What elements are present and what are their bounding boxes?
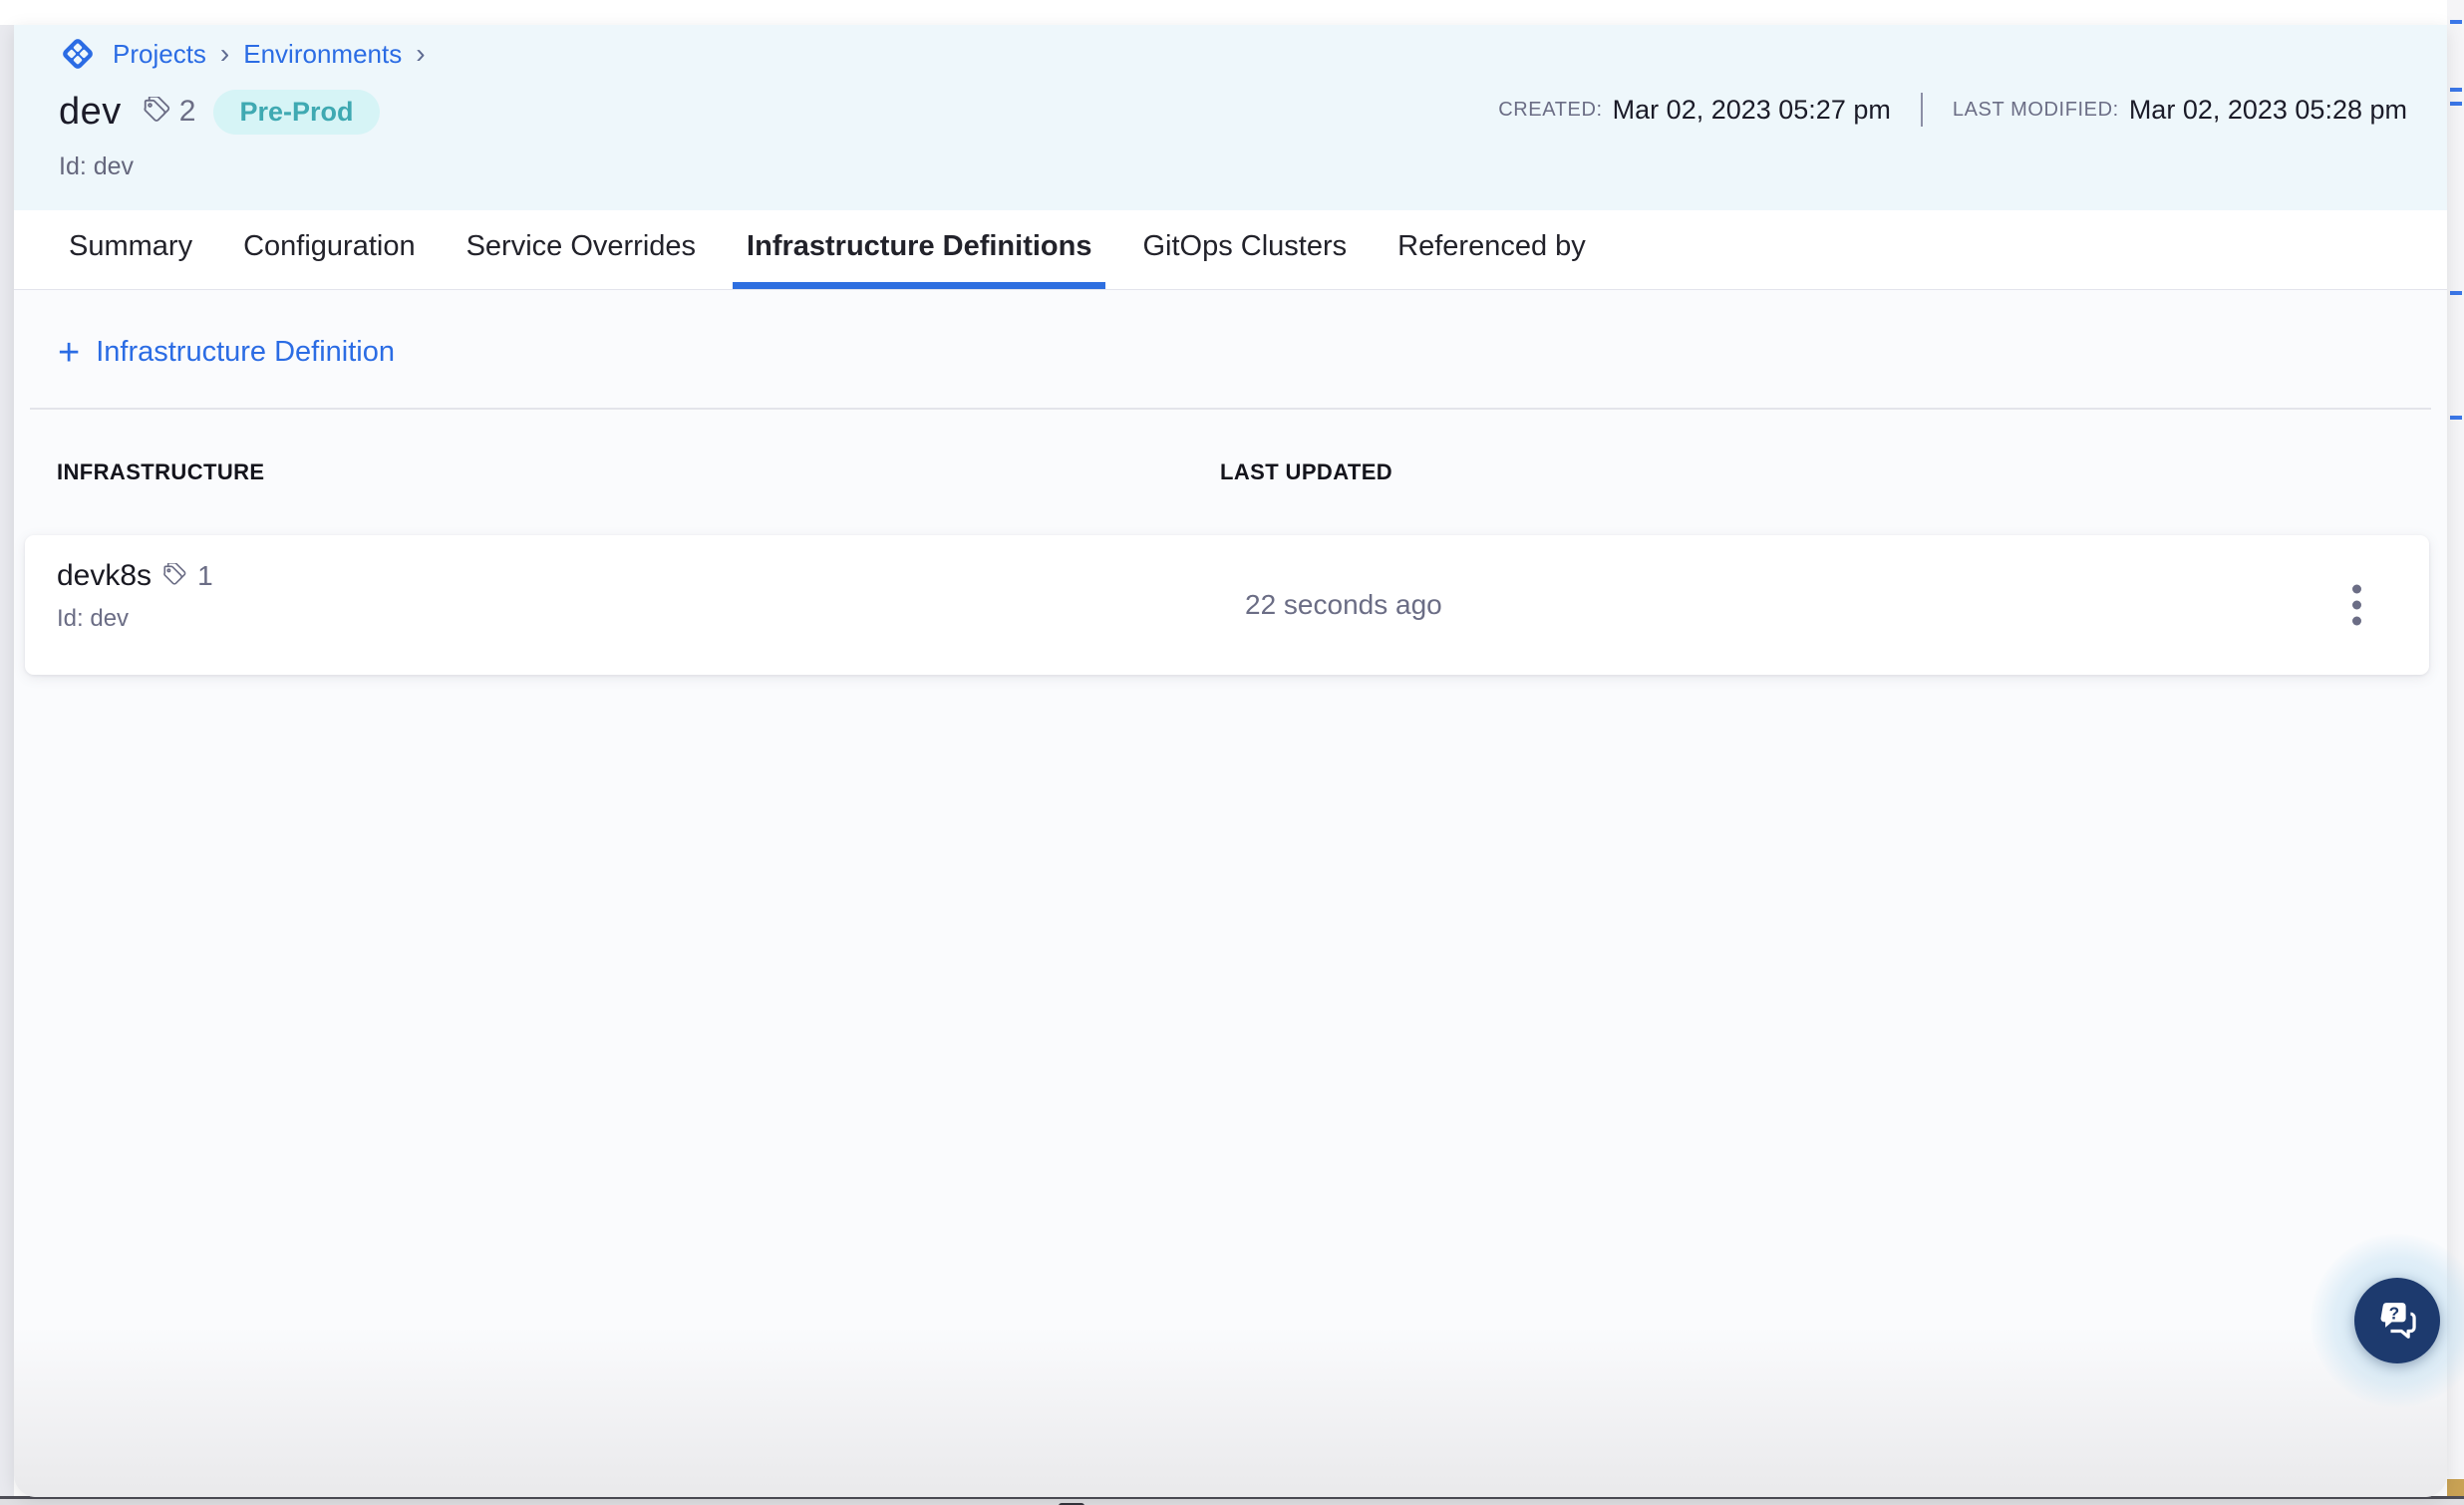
last-modified-label: LAST MODIFIED: (1953, 99, 2119, 122)
infrastructure-tag-count: 1 (197, 560, 213, 592)
add-button-label: Infrastructure Definition (96, 336, 395, 369)
tab-service-overrides[interactable]: Service Overrides (453, 210, 710, 289)
background-text-fragment (2450, 416, 2462, 420)
infrastructure-name: devk8s (57, 559, 152, 593)
tab-infrastructure-definitions[interactable]: Infrastructure Definitions (733, 210, 1105, 289)
created-value: Mar 02, 2023 05:27 pm (1613, 95, 1891, 126)
infrastructure-id: Id: dev (57, 605, 213, 633)
meta-divider (1921, 93, 1923, 127)
breadcrumb-separator: › (414, 38, 427, 70)
tags-icon (142, 97, 171, 127)
breadcrumb-separator: › (218, 38, 231, 70)
environment-type-badge: Pre-Prod (213, 90, 379, 135)
kebab-menu-icon (2352, 584, 2361, 593)
tab-referenced-by[interactable]: Referenced by (1384, 210, 1600, 289)
svg-text:?: ? (2389, 1303, 2400, 1323)
project-diamond-icon (59, 35, 97, 73)
environment-meta: CREATED: Mar 02, 2023 05:27 pm LAST MODI… (1498, 93, 2407, 127)
kebab-menu-icon (2352, 600, 2361, 609)
background-text-fragment (2450, 20, 2462, 24)
tags-icon (161, 563, 187, 589)
environment-header: Projects › Environments › dev 2 Pre-Prod… (14, 25, 2447, 210)
environment-tag-count: 2 (179, 95, 196, 129)
background-text-fragment (2450, 291, 2462, 295)
last-modified-value: Mar 02, 2023 05:28 pm (2129, 95, 2407, 126)
breadcrumb-link-projects[interactable]: Projects (113, 39, 206, 70)
background-text-fragment (2450, 88, 2462, 92)
add-infrastructure-definition-button[interactable]: + Infrastructure Definition (58, 336, 395, 369)
plus-icon: + (58, 339, 80, 367)
infrastructure-name-row: devk8s 1 (57, 559, 213, 593)
column-header-infrastructure: INFRASTRUCTURE (57, 459, 1220, 485)
row-options-menu-button[interactable] (2344, 576, 2369, 633)
infrastructure-definitions-content: + Infrastructure Definition INFRASTRUCTU… (14, 290, 2447, 1497)
environment-tabs: Summary Configuration Service Overrides … (14, 210, 2447, 290)
environment-id: Id: dev (59, 152, 2447, 181)
section-divider (30, 408, 2431, 410)
page-title: dev (59, 91, 122, 134)
environment-details-panel: Projects › Environments › dev 2 Pre-Prod… (14, 25, 2447, 1497)
background-page-right-edge (2447, 0, 2464, 1505)
tab-summary[interactable]: Summary (55, 210, 206, 289)
table-row[interactable]: devk8s 1 Id: dev 22 seconds ago (25, 535, 2429, 675)
kebab-menu-icon (2352, 616, 2361, 625)
tab-gitops-clusters[interactable]: GitOps Clusters (1128, 210, 1361, 289)
infrastructure-cell: devk8s 1 Id: dev (57, 559, 213, 633)
last-updated-cell: 22 seconds ago (1245, 589, 1442, 621)
chat-question-icon: ? (2374, 1298, 2420, 1344)
column-header-last-updated: LAST UPDATED (1220, 459, 1392, 485)
background-text-fragment (2450, 102, 2462, 106)
breadcrumb-link-environments[interactable]: Environments (243, 39, 402, 70)
environment-tags: 2 (142, 95, 196, 129)
help-chat-button[interactable]: ? (2354, 1278, 2440, 1363)
created-label: CREATED: (1498, 99, 1602, 122)
table-header-row: INFRASTRUCTURE LAST UPDATED (57, 459, 2447, 485)
breadcrumb: Projects › Environments › (59, 33, 2447, 75)
tab-configuration[interactable]: Configuration (229, 210, 430, 289)
background-partial-row: K8s Manifest { } <inputs /deploy/ // (0, 1496, 2464, 1505)
background-page-left-edge (0, 25, 14, 1505)
